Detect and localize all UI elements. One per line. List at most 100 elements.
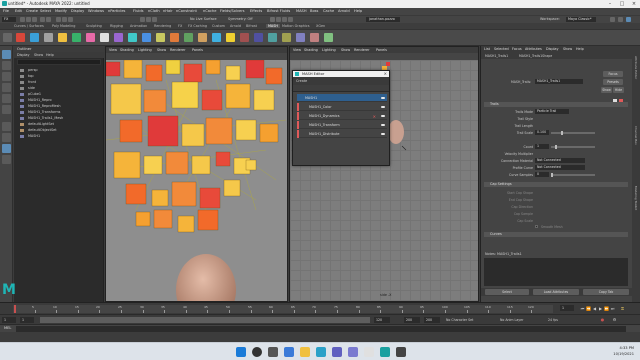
visibility-icon[interactable] [381, 97, 385, 99]
tab-animation[interactable]: Animation [130, 24, 147, 28]
hypershade-icon[interactable] [288, 17, 293, 22]
side-tab-modeling-toolkit[interactable]: Modeling Toolkit [634, 186, 638, 210]
scale-tool-icon[interactable] [2, 105, 11, 114]
file-explorer-icon[interactable] [300, 347, 310, 357]
count-slider[interactable] [551, 145, 595, 149]
list-item[interactable]: MASH1_Trails1_Mesh [14, 116, 104, 121]
outliner-menu-display[interactable]: Display [17, 53, 30, 57]
current-time-indicator[interactable] [14, 305, 16, 313]
menu-nparticles[interactable]: nParticles [108, 9, 125, 13]
trail-scale-field[interactable]: 0.100 [535, 130, 549, 135]
create-mash-network-icon[interactable] [16, 33, 25, 42]
range-bar[interactable] [40, 317, 370, 323]
curve-samples-field[interactable]: 0 [535, 172, 549, 177]
list-item[interactable]: MASH1_ReproMesh [14, 104, 104, 109]
mash-node-row[interactable]: MASH1_Color [297, 103, 387, 111]
mash-delay-icon[interactable] [296, 33, 305, 42]
menu-windows[interactable]: Windows [88, 9, 104, 13]
tab-rendering[interactable]: Rendering [154, 24, 171, 28]
menu-bifrost-fluids[interactable]: Bifrost Fluids [267, 9, 290, 13]
mash-audio-icon[interactable] [282, 33, 291, 42]
vp-menu-view[interactable]: View [293, 48, 301, 52]
mash-curve-icon[interactable] [128, 33, 137, 42]
menu-mash[interactable]: MASH [296, 9, 307, 13]
list-item[interactable]: persp [14, 68, 104, 73]
attr-menu-focus[interactable]: Focus [512, 47, 522, 51]
tab-fx[interactable]: FX [178, 24, 182, 28]
select-component-icon[interactable] [68, 17, 73, 22]
workspace-dropdown[interactable]: Maya Classic* [566, 17, 596, 22]
attr-menu-display[interactable]: Display [546, 47, 559, 51]
mash-orient-icon[interactable] [170, 33, 179, 42]
tab-xgen[interactable]: XGen [316, 24, 325, 28]
mash-node-row[interactable]: MASH1_Dynamics ✕ [297, 112, 387, 120]
save-scene-icon[interactable] [32, 17, 37, 22]
list-item[interactable]: MASH1 [14, 134, 104, 139]
preferences-icon[interactable]: ⚙ [612, 317, 617, 322]
anim-layer-dropdown[interactable]: No Anim Layer [500, 317, 523, 323]
menu-nhair[interactable]: nHair [163, 9, 173, 13]
render-icon[interactable] [270, 17, 275, 22]
mash-network-row[interactable]: MASH1 [297, 94, 387, 102]
section-cap-settings[interactable]: Cap Settings [484, 182, 628, 187]
auto-key-icon[interactable]: ● [600, 317, 605, 322]
menu-arnold[interactable]: Arnold [338, 9, 350, 13]
playback-start-field[interactable]: 1 [20, 317, 34, 323]
tab-custom[interactable]: Custom [212, 24, 225, 28]
list-item[interactable]: MASH1_Repro [14, 98, 104, 103]
select-object-icon[interactable] [62, 17, 67, 22]
play-back-icon[interactable]: ◀ [592, 306, 597, 311]
vp-menu-panels[interactable]: Panels [192, 48, 203, 52]
minimize-button[interactable]: – [604, 0, 616, 8]
snap-grid-icon[interactable] [140, 17, 145, 22]
tab-sculpting[interactable]: Sculpting [86, 24, 102, 28]
menu-create[interactable]: Create [26, 9, 38, 13]
mash-random-icon[interactable] [58, 33, 67, 42]
close-button[interactable]: × [628, 0, 640, 8]
go-to-end-icon[interactable]: ⏭ [610, 306, 615, 311]
section-trails[interactable]: Trails [484, 102, 628, 107]
menu-fields-solvers[interactable]: Fields/Solvers [220, 9, 245, 13]
menu-display[interactable]: Display [71, 9, 84, 13]
step-back-icon[interactable]: ⏪ [586, 306, 591, 311]
vp-menu-shading[interactable]: Shading [304, 48, 318, 52]
tab-poly-modeling[interactable]: Poly Modeling [52, 24, 75, 28]
outliner-menu-help[interactable]: Help [46, 53, 54, 57]
mash-python-icon[interactable] [226, 33, 235, 42]
list-item[interactable]: pCube1 [14, 92, 104, 97]
attr-menu-attributes[interactable]: Attributes [525, 47, 542, 51]
key-icon[interactable]: ⚿ [620, 306, 625, 311]
rotate-tool-icon[interactable] [2, 94, 11, 103]
attr-menu-show[interactable]: Show [563, 47, 572, 51]
side-tab-channel-box[interactable]: Channel Box [634, 126, 638, 145]
tab-node-trails-shape[interactable]: MASH1_Trails1Shape [519, 54, 552, 58]
tab-node-trails[interactable]: MASH1_Trails1 [485, 54, 508, 58]
mash-replicator-icon[interactable] [240, 33, 249, 42]
mash-spring-icon[interactable] [268, 33, 277, 42]
open-scene-icon[interactable] [26, 17, 31, 22]
undo-icon[interactable] [40, 17, 45, 22]
app-icon[interactable] [348, 347, 358, 357]
mash-id-icon[interactable] [212, 33, 221, 42]
select-tool-icon[interactable] [2, 50, 11, 59]
mash-instancer-icon[interactable] [254, 33, 263, 42]
end-time-field[interactable]: 200 [404, 317, 420, 323]
tab-fx-caching[interactable]: FX Caching [188, 24, 207, 28]
attribute-editor-icon[interactable] [626, 17, 631, 22]
start-icon[interactable] [236, 347, 246, 357]
load-attributes-button[interactable]: Load Attributes [533, 289, 579, 295]
visibility-icon[interactable] [381, 133, 385, 135]
menu-edit[interactable]: Edit [15, 9, 22, 13]
outliner-layout-icon[interactable] [2, 155, 11, 164]
tab-rigging[interactable]: Rigging [110, 24, 123, 28]
snap-curve-icon[interactable] [146, 17, 151, 22]
fps-dropdown[interactable]: 24 fps [548, 317, 558, 323]
clock-date[interactable]: 10/19/2021 [596, 352, 634, 356]
mash-node-row[interactable]: MASH1_Distribute [297, 130, 387, 138]
tab-bifrost[interactable]: Bifrost [246, 24, 257, 28]
vp-menu-panels[interactable]: Panels [376, 48, 387, 52]
profile-curve-field[interactable]: Not Connected [535, 165, 585, 170]
playback-end-field[interactable]: 120 [374, 317, 390, 323]
trail-scale-slider[interactable] [551, 131, 595, 135]
close-icon[interactable]: × [384, 71, 387, 76]
